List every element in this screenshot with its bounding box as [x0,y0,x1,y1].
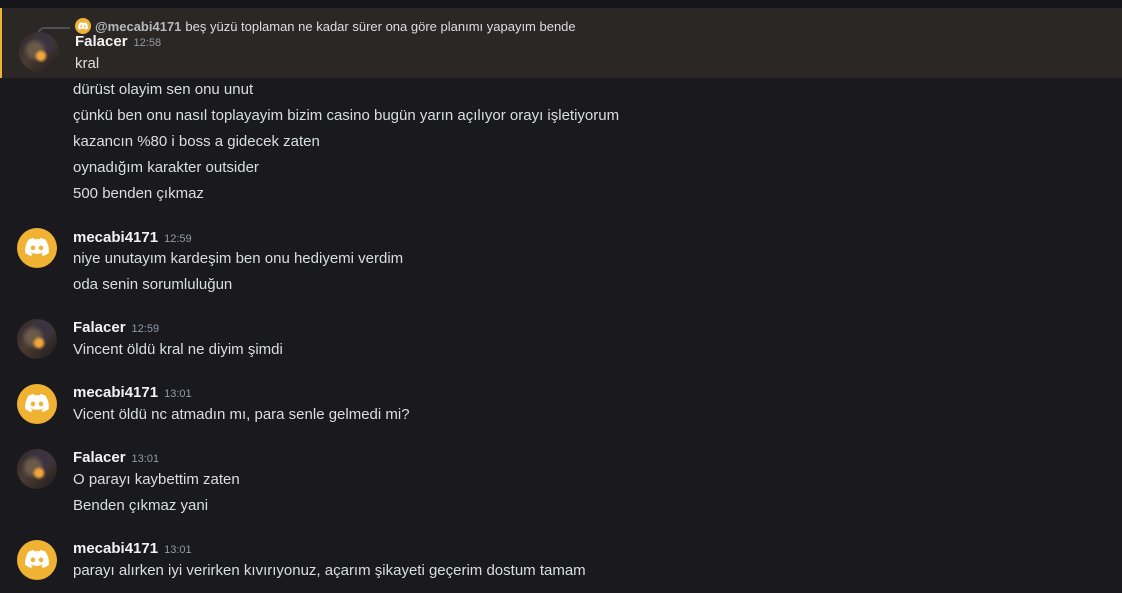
avatar[interactable] [17,540,57,580]
username[interactable]: mecabi4171 [73,384,158,401]
message-text: oda senin sorumluluğun [73,276,233,293]
message-text: 500 benden çıkmaz [73,185,204,202]
chat-message-list: @mecabi4171 beş yüzü toplaman ne kadar sü… [0,0,1122,593]
avatar[interactable] [17,228,57,268]
message-group[interactable]: @mecabi4171 beş yüzü toplaman ne kadar sü… [0,8,1122,78]
discord-icon [78,22,88,30]
message-text: O parayı kaybettim zaten [73,471,240,488]
discord-icon [25,550,49,568]
username[interactable]: Falacer [73,449,126,466]
message-header: Falacer 12:58 [75,32,161,52]
username[interactable]: Falacer [73,319,126,336]
reply-text: beş yüzü toplaman ne kadar sürer ona gör… [185,19,576,34]
message-header: Falacer 12:59 [73,318,159,338]
message-text: çünkü ben onu nasıl toplayayim bizim cas… [73,107,620,124]
timestamp[interactable]: 13:01 [132,453,160,465]
message-header: mecabi4171 13:01 [73,539,192,559]
timestamp[interactable]: 12:59 [132,323,160,335]
message-header: mecabi4171 13:01 [73,383,192,403]
avatar[interactable] [17,449,57,489]
message-text: oynadığım karakter outsider [73,159,259,176]
message-text: niye unutayım kardeşim ben onu hediyemi … [73,250,404,267]
message-text: Benden çıkmaz yani [73,497,209,514]
username[interactable]: Falacer [75,33,128,50]
top-divider [0,0,1122,8]
discord-icon [25,394,49,412]
message-text: Vicent öldü nc atmadın mı, para senle ge… [73,406,410,423]
timestamp[interactable]: 13:01 [164,544,192,556]
avatar[interactable] [17,319,57,359]
message-header: mecabi4171 12:59 [73,228,192,248]
username[interactable]: mecabi4171 [73,540,158,557]
message-text: kral [75,55,100,72]
timestamp[interactable]: 12:58 [134,37,162,49]
discord-icon [25,238,49,256]
timestamp[interactable]: 12:59 [164,233,192,245]
avatar[interactable] [19,32,59,72]
message-header: Falacer 13:01 [73,448,159,468]
message-text: Vincent öldü kral ne diyim şimdi [73,341,283,358]
message-text: kazancın %80 i boss a gidecek zaten [73,133,320,150]
avatar[interactable] [17,384,57,424]
message-text: dürüst olayim sen onu unut [73,81,254,98]
timestamp[interactable]: 13:01 [164,388,192,400]
username[interactable]: mecabi4171 [73,229,158,246]
message-text: parayı alırken iyi verirken kıvırıyonuz,… [73,562,586,579]
